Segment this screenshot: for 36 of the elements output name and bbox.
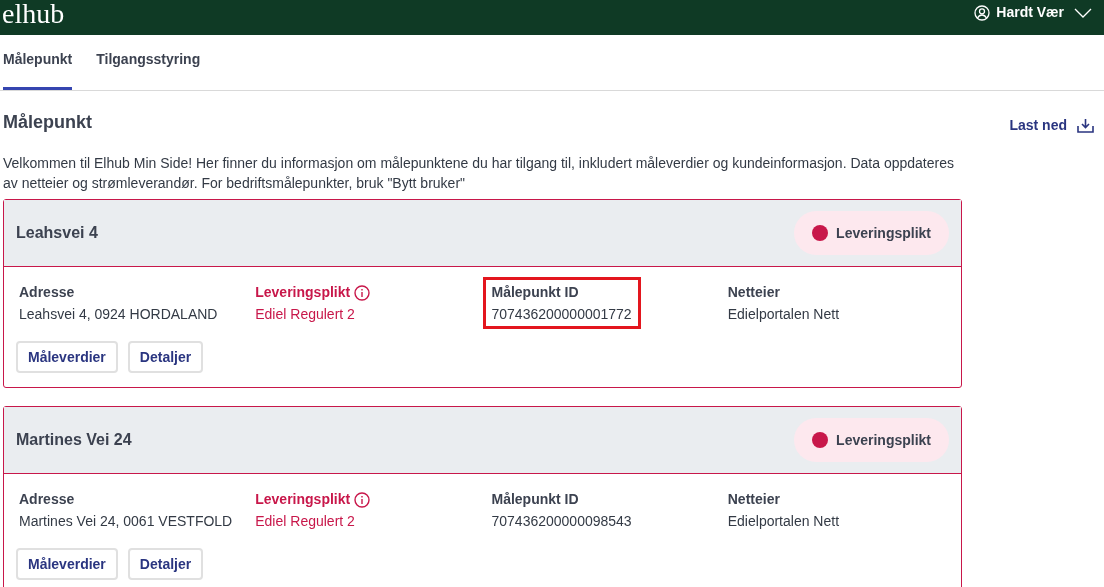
logo[interactable]: elhub — [2, 0, 65, 28]
card-button[interactable]: Måleverdier — [16, 548, 118, 580]
field-value: 707436200000098543 — [491, 512, 632, 531]
card-button[interactable]: Detaljer — [127, 341, 204, 373]
field-label: Målepunkt ID — [491, 490, 579, 509]
field-label: Adresse — [19, 283, 75, 302]
user-menu[interactable]: Hardt Vær — [974, 2, 1092, 23]
field-label: Leveringsplikt — [255, 490, 351, 509]
card-title: Leahsvei 4 — [16, 223, 98, 243]
field-label: Leveringsplikt — [255, 283, 351, 302]
card-title: Martines Vei 24 — [16, 430, 132, 450]
field-label: Adresse — [19, 490, 75, 509]
field-label: Netteier — [727, 283, 780, 302]
field-value: Ediel Regulert 2 — [255, 512, 356, 531]
info-icon[interactable] — [354, 491, 371, 508]
field-label: Målepunkt ID — [491, 283, 579, 302]
card-button[interactable]: Detaljer — [127, 548, 204, 580]
field-value: 707436200000001772 — [491, 305, 632, 324]
download-link[interactable]: Last ned — [1009, 115, 1094, 136]
status-badge: Leveringsplikt — [794, 418, 949, 462]
info-icon[interactable] — [354, 284, 371, 301]
field-value: Leahsvei 4, 0924 HORDALAND — [19, 305, 218, 324]
field-label: Netteier — [727, 490, 780, 509]
field-value: Edielportalen Nett — [727, 305, 840, 324]
download-icon — [1077, 118, 1094, 133]
chevron-down-icon — [1074, 7, 1092, 18]
tab[interactable]: Målepunkt — [3, 49, 73, 90]
card-button[interactable]: Måleverdier — [16, 341, 118, 373]
tab[interactable]: Tilgangsstyring — [96, 49, 201, 90]
field-value: Edielportalen Nett — [727, 512, 840, 531]
user-icon — [974, 4, 991, 21]
field-value: Martines Vei 24, 0061 VESTFOLD — [19, 512, 233, 531]
page-title: Målepunkt — [3, 111, 92, 134]
intro-text: Velkommen til Elhub Min Side! Her finner du informasjon om målepunktene du har tilgang til, inkludert måleverdier og kundeinformasjon. Data oppdateres av netteier og strømleverandør. For bedriftsmålepunkter, bruk "Bytt bruker" — [2, 154, 955, 193]
field-value: Ediel Regulert 2 — [255, 305, 356, 324]
status-badge: Leveringsplikt — [794, 211, 949, 255]
